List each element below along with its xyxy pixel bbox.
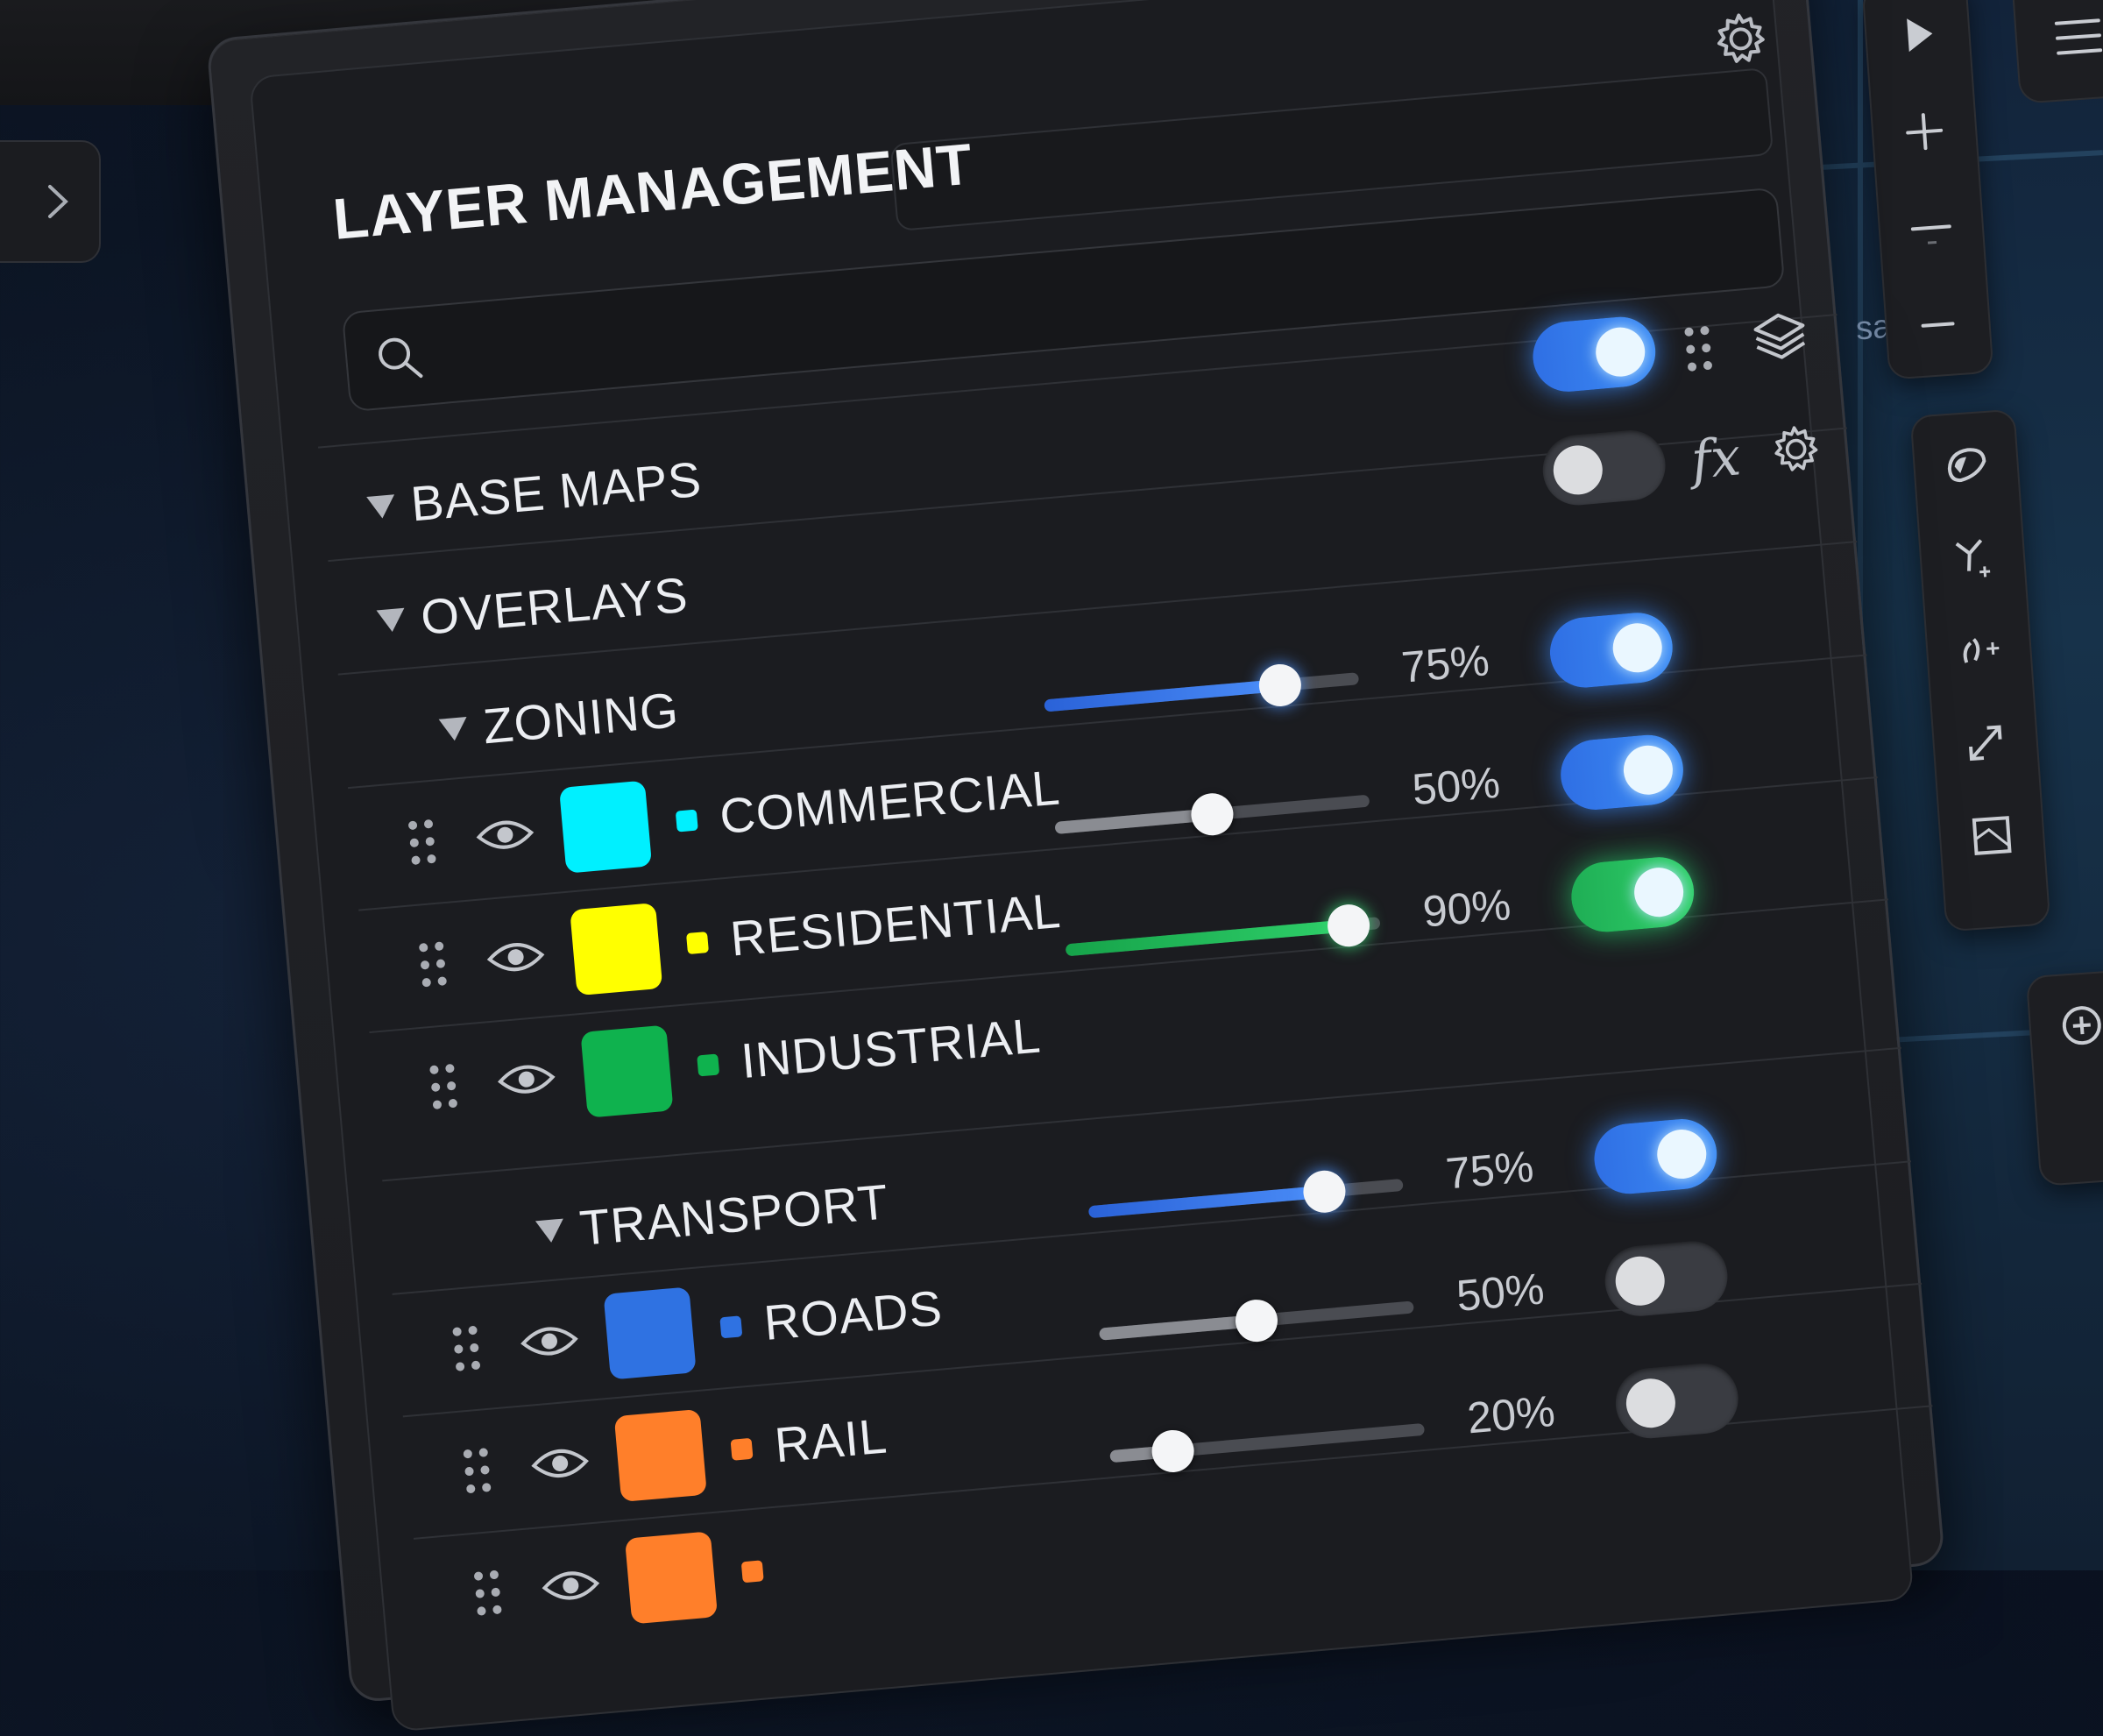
toggle-knob xyxy=(1613,1254,1668,1308)
drag-handle-icon[interactable] xyxy=(469,1567,508,1619)
fx-icon[interactable]: fx xyxy=(1689,426,1743,492)
layer-name: INDUSTRIAL xyxy=(739,1007,1044,1089)
eye-icon[interactable] xyxy=(495,1058,558,1102)
layer-visibility-toggle[interactable] xyxy=(1602,1238,1731,1320)
add-vertex-icon xyxy=(1955,539,1991,577)
add-circle-icon xyxy=(2062,1006,2101,1045)
layer-color-dot xyxy=(675,809,698,833)
zoom-in-icon xyxy=(1906,112,1944,150)
eye-icon[interactable] xyxy=(485,935,548,979)
layer-color-dot xyxy=(719,1315,743,1339)
toggle-knob xyxy=(1621,743,1675,797)
minus-icon xyxy=(1921,322,1955,328)
drag-handle-icon[interactable] xyxy=(425,1060,464,1112)
overlays-toggle[interactable] xyxy=(1540,427,1668,508)
zoom-in-button[interactable] xyxy=(1887,96,1962,167)
layer-name: ROADS xyxy=(761,1279,945,1350)
layer-visibility-toggle[interactable] xyxy=(1612,1360,1742,1442)
group-label: ZONING xyxy=(480,682,682,755)
zoom-out-icon xyxy=(1910,224,1951,244)
chevron-right-icon xyxy=(48,185,68,218)
layer-color-dot xyxy=(685,932,709,955)
layer-color-swatch[interactable] xyxy=(613,1408,707,1503)
layer-color-swatch[interactable] xyxy=(558,780,653,874)
add-circle-button[interactable] xyxy=(2044,989,2103,1060)
caret-down-icon[interactable] xyxy=(438,717,469,742)
edit-vertex-button[interactable] xyxy=(1942,614,2016,685)
expand-sidebar-button[interactable] xyxy=(0,140,101,263)
bottom-toolbar xyxy=(2025,969,2103,1187)
map-frame-icon xyxy=(1972,816,2012,855)
drag-handle-icon[interactable] xyxy=(403,816,443,868)
layer-color-dot xyxy=(730,1437,754,1461)
layer-name: COMMERCIAL xyxy=(717,759,1063,845)
toggle-knob xyxy=(1593,325,1647,379)
layer-management-panel: LAYER MANAGEMENT BASE MAPS OVERLAYS fx Z… xyxy=(206,0,1946,1732)
map-frame-button[interactable] xyxy=(1955,800,2029,871)
resize-icon xyxy=(1969,725,2002,762)
layer-color-dot xyxy=(697,1053,720,1077)
opacity-value: 50% xyxy=(1454,1264,1547,1321)
opacity-value: 20% xyxy=(1465,1385,1557,1443)
layer-color-swatch[interactable] xyxy=(570,903,663,996)
toggle-knob xyxy=(1611,620,1665,675)
gear-icon[interactable] xyxy=(1710,8,1773,71)
draw-polygon-icon xyxy=(1947,448,1986,483)
group-label: BASE MAPS xyxy=(408,450,705,532)
layer-color-dot xyxy=(740,1560,764,1584)
menu-icon xyxy=(2054,18,2103,55)
zoom-out-button[interactable] xyxy=(1894,193,1968,263)
base-maps-toggle[interactable] xyxy=(1530,314,1659,395)
panel-title: LAYER MANAGEMENT xyxy=(330,131,976,252)
drag-handle-icon[interactable] xyxy=(1680,322,1719,374)
resize-button[interactable] xyxy=(1948,707,2022,778)
drag-handle-icon[interactable] xyxy=(458,1445,498,1497)
drag-handle-icon[interactable] xyxy=(414,939,454,990)
layer-visibility-toggle[interactable] xyxy=(1568,854,1697,935)
group-label: OVERLAYS xyxy=(418,566,690,646)
group-label: TRANSPORT xyxy=(577,1173,891,1256)
layer-color-swatch[interactable] xyxy=(624,1531,719,1625)
toggle-knob xyxy=(1624,1376,1678,1430)
search-icon xyxy=(379,337,423,379)
caret-down-icon[interactable] xyxy=(376,607,407,634)
opacity-value: 90% xyxy=(1420,880,1513,937)
layer-visibility-toggle[interactable] xyxy=(1547,609,1676,691)
toggle-knob xyxy=(1632,865,1686,919)
opacity-value: 50% xyxy=(1410,757,1503,815)
layer-color-swatch[interactable] xyxy=(580,1024,674,1118)
play-icon xyxy=(1907,18,1933,53)
caret-down-icon[interactable] xyxy=(535,1218,566,1244)
play-button[interactable] xyxy=(1880,0,1955,70)
toggle-knob xyxy=(1551,443,1605,497)
layer-name: RESIDENTIAL xyxy=(727,882,1064,967)
caret-down-icon[interactable] xyxy=(366,494,397,520)
layer-name: RAIL xyxy=(772,1407,890,1473)
layer-color-swatch[interactable] xyxy=(603,1286,697,1380)
layers-icon[interactable] xyxy=(1749,306,1812,369)
layer-visibility-toggle[interactable] xyxy=(1557,732,1687,813)
eye-icon[interactable] xyxy=(528,1442,591,1485)
eye-icon[interactable] xyxy=(518,1320,581,1364)
eye-icon[interactable] xyxy=(540,1564,603,1608)
add-vertex-button[interactable] xyxy=(1935,522,2009,593)
menu-button[interactable] xyxy=(2011,0,2103,104)
edit-vertex-icon xyxy=(1963,638,2000,663)
opacity-value: 75% xyxy=(1399,635,1491,692)
drag-handle-icon[interactable] xyxy=(448,1322,487,1374)
panel-inner: LAYER MANAGEMENT BASE MAPS OVERLAYS fx Z… xyxy=(248,0,1944,1732)
gear-icon[interactable] xyxy=(1767,421,1824,478)
eye-icon[interactable] xyxy=(474,813,537,857)
minus-button[interactable] xyxy=(1901,289,1975,359)
draw-polygon-button[interactable] xyxy=(1929,429,2003,500)
